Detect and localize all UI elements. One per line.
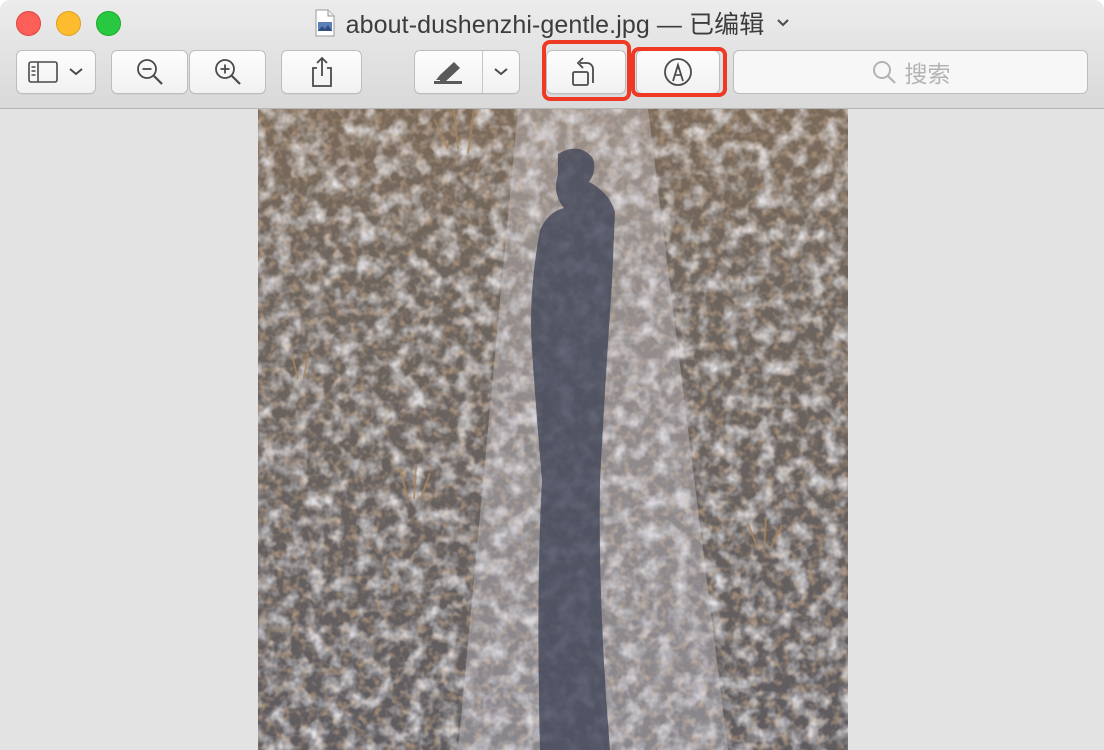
search-icon xyxy=(872,61,896,84)
zoom-in-icon xyxy=(214,59,241,85)
sidebar-icon xyxy=(28,61,58,83)
window-title: about-dushenzhi-gentle.jpg — 已编辑 xyxy=(345,11,765,39)
photo-snowy-path-icon xyxy=(258,109,848,750)
highlighter-button[interactable] xyxy=(415,51,482,93)
jpg-file-icon xyxy=(315,9,335,37)
title-bar: about-dushenzhi-gentle.jpg — 已编辑 搜索 xyxy=(0,0,1104,109)
chevron-down-icon xyxy=(69,68,83,76)
highlighter-icon xyxy=(433,62,462,84)
zoom-out-icon xyxy=(136,59,163,85)
chevron-down-icon xyxy=(494,68,508,76)
search-field[interactable]: 搜索 xyxy=(733,50,1088,94)
share-icon xyxy=(311,56,332,87)
chevron-down-icon[interactable] xyxy=(776,18,790,28)
highlight-options-button[interactable] xyxy=(483,51,519,93)
sidebar-toggle-button[interactable] xyxy=(16,50,96,94)
window-title-area[interactable]: about-dushenzhi-gentle.jpg — 已编辑 xyxy=(0,6,1104,40)
document-view[interactable] xyxy=(0,109,1104,750)
zoom-out-button[interactable] xyxy=(111,50,188,94)
rotate-button-highlight xyxy=(542,40,631,101)
photo-image xyxy=(258,109,848,750)
zoom-in-button[interactable] xyxy=(189,50,266,94)
markup-button-highlight xyxy=(631,47,727,97)
highlight-menu-button[interactable] xyxy=(414,50,520,94)
preview-window: about-dushenzhi-gentle.jpg — 已编辑 搜索 xyxy=(0,0,1104,750)
share-button[interactable] xyxy=(281,50,362,94)
search-placeholder: 搜索 xyxy=(904,61,951,87)
